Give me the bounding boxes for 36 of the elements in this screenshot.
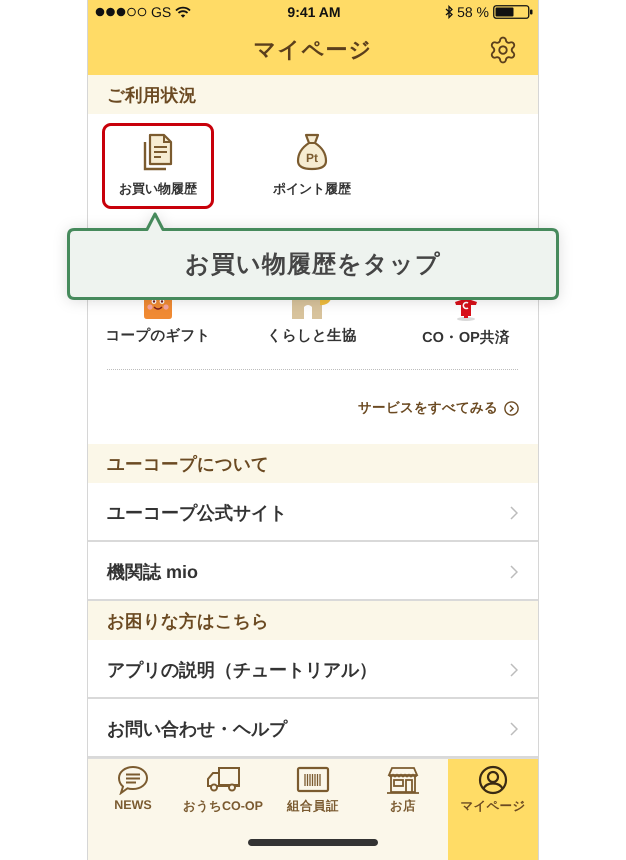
- carrier-name: GS: [151, 4, 172, 20]
- nav-tab[interactable]: おうちCO-OP: [178, 759, 268, 860]
- nav-tab[interactable]: NEWS: [88, 759, 178, 860]
- nav-tab[interactable]: お店: [358, 759, 448, 860]
- service-button[interactable]: くらしと生協: [267, 299, 357, 347]
- usage-button[interactable]: お買い物履歴: [102, 123, 214, 209]
- signal-icon: [95, 7, 147, 17]
- bluetooth-icon: [445, 5, 454, 19]
- usage-button[interactable]: Pt ポイント履歴: [256, 123, 368, 209]
- section-header: お困りな方はこちら: [88, 601, 538, 640]
- store-icon: [385, 765, 421, 795]
- mascot-figure-icon: [452, 299, 479, 321]
- circle-chevron-icon: [504, 400, 519, 416]
- wifi-icon: [175, 6, 192, 18]
- nav-tab[interactable]: 組合員証: [268, 759, 358, 860]
- section-header: ユーコープについて: [88, 444, 538, 483]
- barcode-card-icon: [295, 765, 331, 795]
- chevron-icon: [510, 564, 518, 578]
- section-header: ご利用状況: [88, 75, 538, 114]
- money-bag-icon: Pt: [296, 133, 328, 171]
- chevron-icon: [510, 506, 518, 520]
- house-icon: [292, 299, 332, 319]
- callout-text: お買い物履歴をタップ: [185, 250, 441, 280]
- nav-tab[interactable]: マイページ: [448, 759, 538, 860]
- settings-icon[interactable]: [488, 34, 518, 64]
- mascot-face-icon: [144, 299, 172, 319]
- chevron-icon: [510, 662, 518, 676]
- battery-percent: 58 %: [457, 4, 489, 20]
- page-title: マイページ: [254, 36, 372, 64]
- speech-bubble-icon: [115, 765, 151, 795]
- battery-icon: [493, 5, 533, 19]
- see-all-link[interactable]: サービスをすべてみる: [358, 399, 519, 417]
- service-button[interactable]: CO・OP共済: [422, 299, 510, 347]
- clock: 9:41 AM: [287, 4, 341, 20]
- chevron-icon: [510, 722, 518, 736]
- document-icon: [143, 133, 173, 171]
